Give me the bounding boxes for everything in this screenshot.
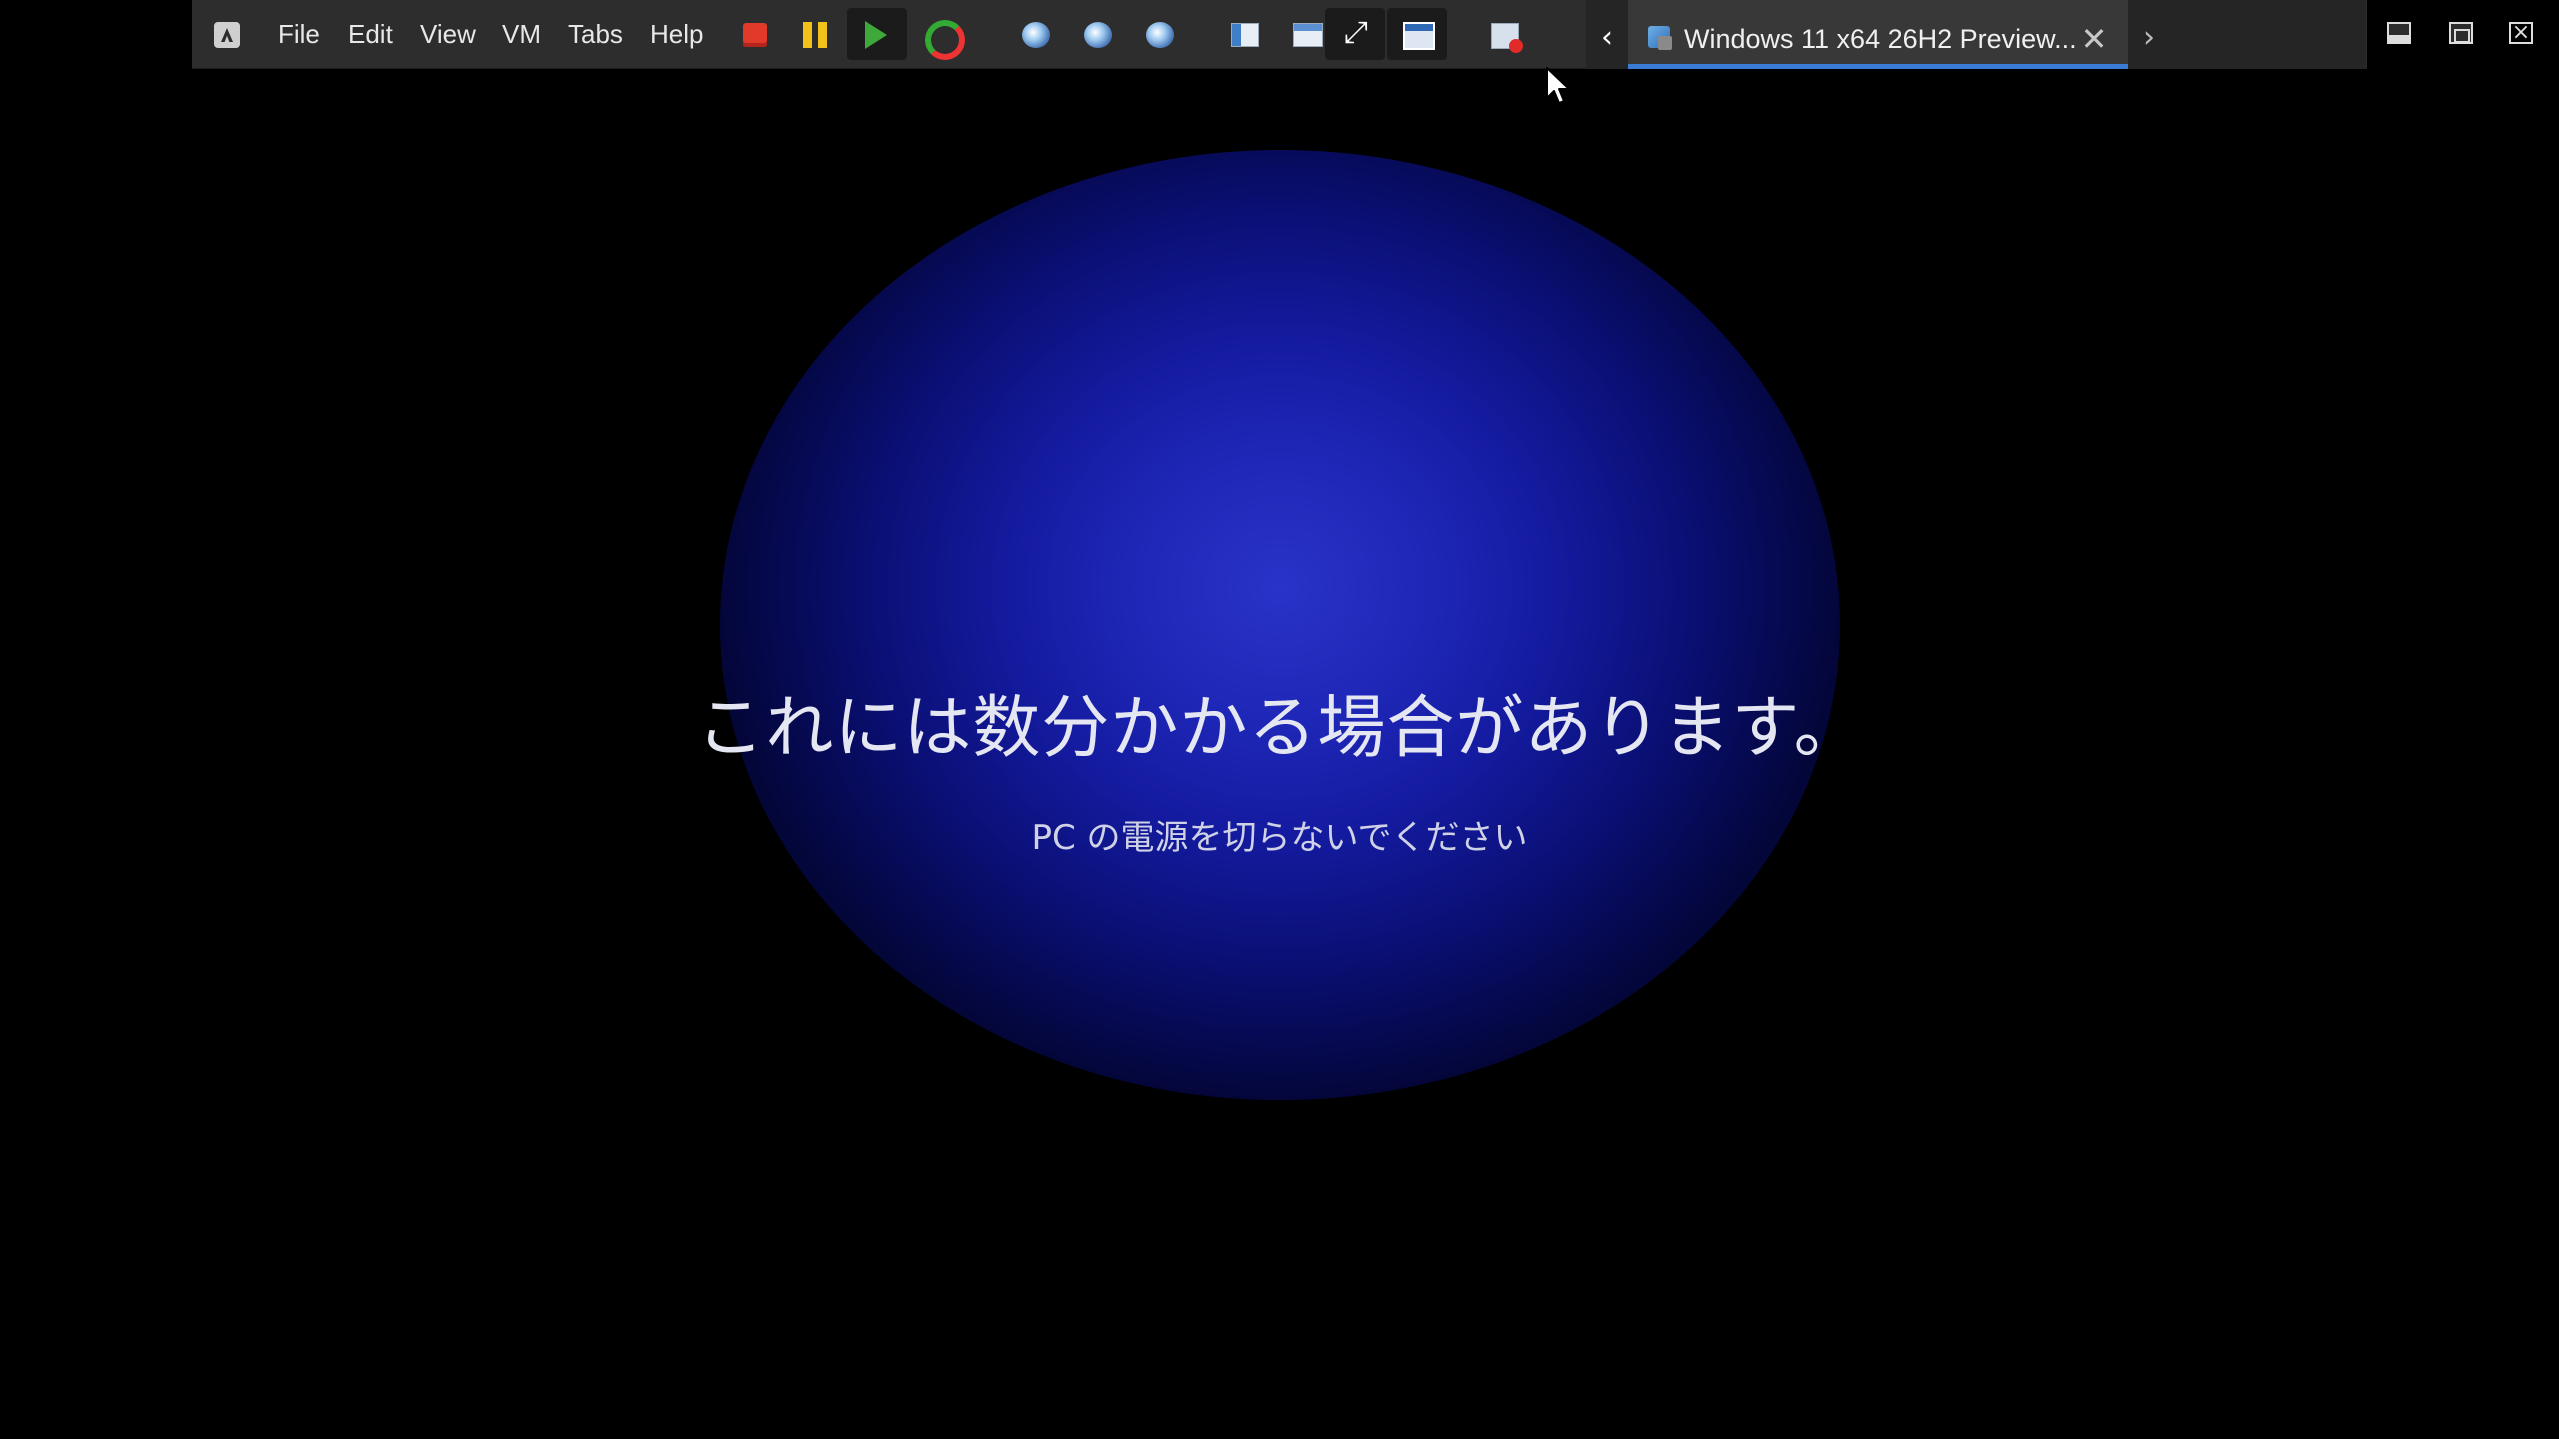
setup-sub-message: PC の電源を切らないでください [1031,818,1528,858]
vm-icon [1648,26,1672,50]
menu-tabs[interactable]: Tabs [568,0,623,69]
restore-icon[interactable] [2449,22,2473,44]
menu-file[interactable]: File [278,0,320,69]
play-icon[interactable] [865,21,887,49]
tab-title[interactable]: Windows 11 x64 26H2 Preview... [1684,0,2077,69]
vmware-toolbar: File Edit View VM Tabs Help ⤢ ‹ Windows … [192,0,2533,69]
setup-main-message: これには数分かかる場合があります。 [696,689,1863,768]
unity-icon[interactable] [1403,22,1435,50]
snapshot-take-icon[interactable] [1022,22,1050,48]
fullscreen-icon[interactable]: ⤢ [1341,18,1371,48]
vm-screen: これには数分かかる場合があります。 PC の電源を切らないでください File … [0,0,2559,1439]
minimize-icon[interactable] [2387,22,2411,44]
pause-icon[interactable] [803,22,827,48]
thumbnail-bar-icon[interactable] [1293,23,1323,47]
background-glow [720,150,1840,1100]
console-view-icon[interactable] [1491,23,1523,53]
menu-vm[interactable]: VM [502,0,541,69]
power-off-icon[interactable] [743,23,767,47]
mouse-cursor-icon [1546,67,1570,104]
tab-close-icon[interactable]: ✕ [2076,0,2112,69]
reset-icon[interactable] [925,20,965,60]
menu-help[interactable]: Help [650,0,703,69]
menu-edit[interactable]: Edit [348,0,393,69]
snapshot-manager-icon[interactable] [1146,22,1174,48]
tab-scroll-right-icon[interactable]: › [2128,0,2170,69]
menu-view[interactable]: View [420,0,476,69]
snapshot-revert-icon[interactable] [1084,22,1112,48]
tab-scroll-left-icon[interactable]: ‹ [1586,0,1628,69]
close-window-icon[interactable]: × [2509,22,2533,44]
app-menu-icon[interactable] [214,22,240,48]
library-sidebar-icon[interactable] [1231,23,1259,47]
